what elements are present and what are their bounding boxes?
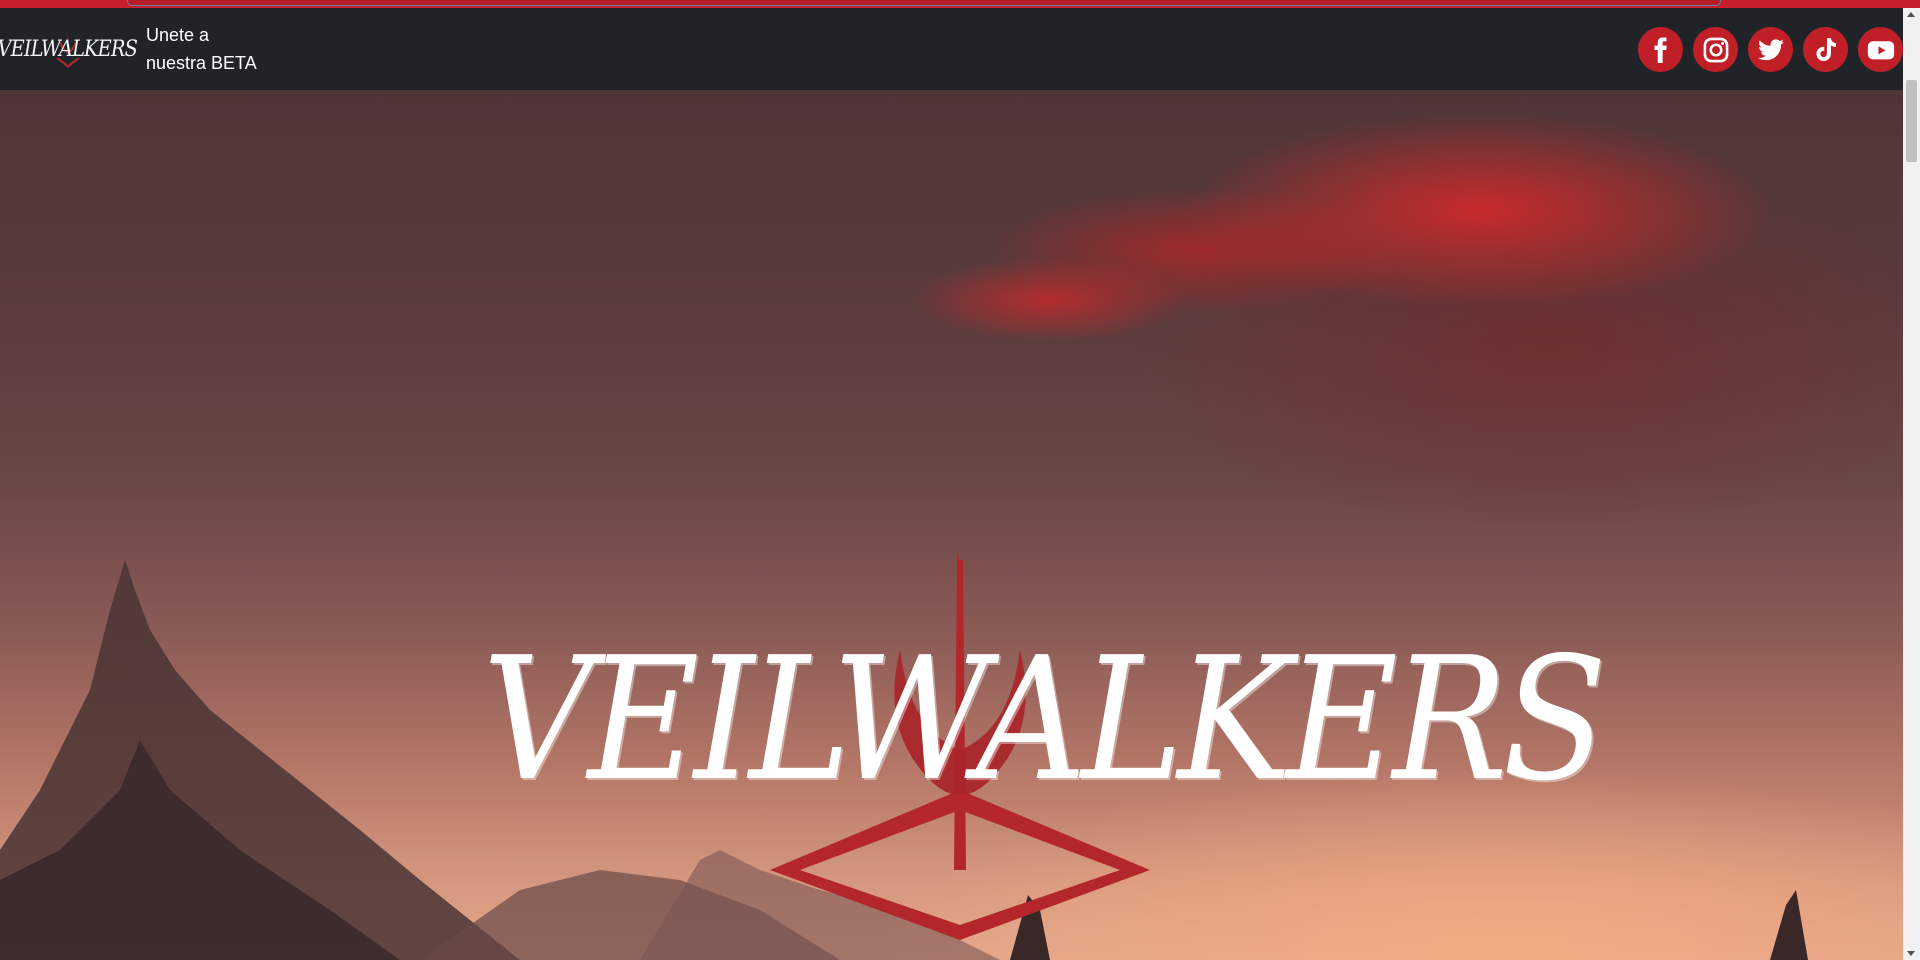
hero-background-art (0, 550, 1808, 960)
social-links (1638, 27, 1903, 72)
navbar: VEILWALKERS Unete a nuestra BETA (0, 8, 1903, 90)
instagram-icon (1703, 37, 1728, 62)
page-scrollbar[interactable] (1903, 8, 1920, 960)
brand-logo[interactable]: VEILWALKERS (0, 24, 138, 74)
tiktok-link[interactable] (1803, 27, 1848, 72)
scroll-down-icon[interactable] (1907, 951, 1915, 956)
brand-logo-text: VEILWALKERS (0, 36, 138, 62)
scroll-up-icon[interactable] (1907, 12, 1915, 17)
page: VEILWALKERS Unete a nuestra BETA VEILWAL… (0, 0, 1920, 960)
youtube-icon (1867, 40, 1894, 59)
facebook-icon (1654, 37, 1667, 63)
hero-banner: VEILWALKERS (0, 90, 1903, 960)
join-beta-link[interactable]: Unete a nuestra BETA (146, 21, 266, 77)
browser-top-strip (0, 0, 1920, 8)
hero-title-logo: VEILWALKERS (482, 621, 1608, 819)
top-banner-bar (127, 0, 1721, 6)
twitter-link[interactable] (1748, 27, 1793, 72)
tiktok-icon (1815, 37, 1836, 61)
twitter-icon (1757, 38, 1784, 60)
scroll-thumb[interactable] (1906, 80, 1917, 162)
facebook-link[interactable] (1638, 27, 1683, 72)
youtube-link[interactable] (1858, 27, 1903, 72)
instagram-link[interactable] (1693, 27, 1738, 72)
